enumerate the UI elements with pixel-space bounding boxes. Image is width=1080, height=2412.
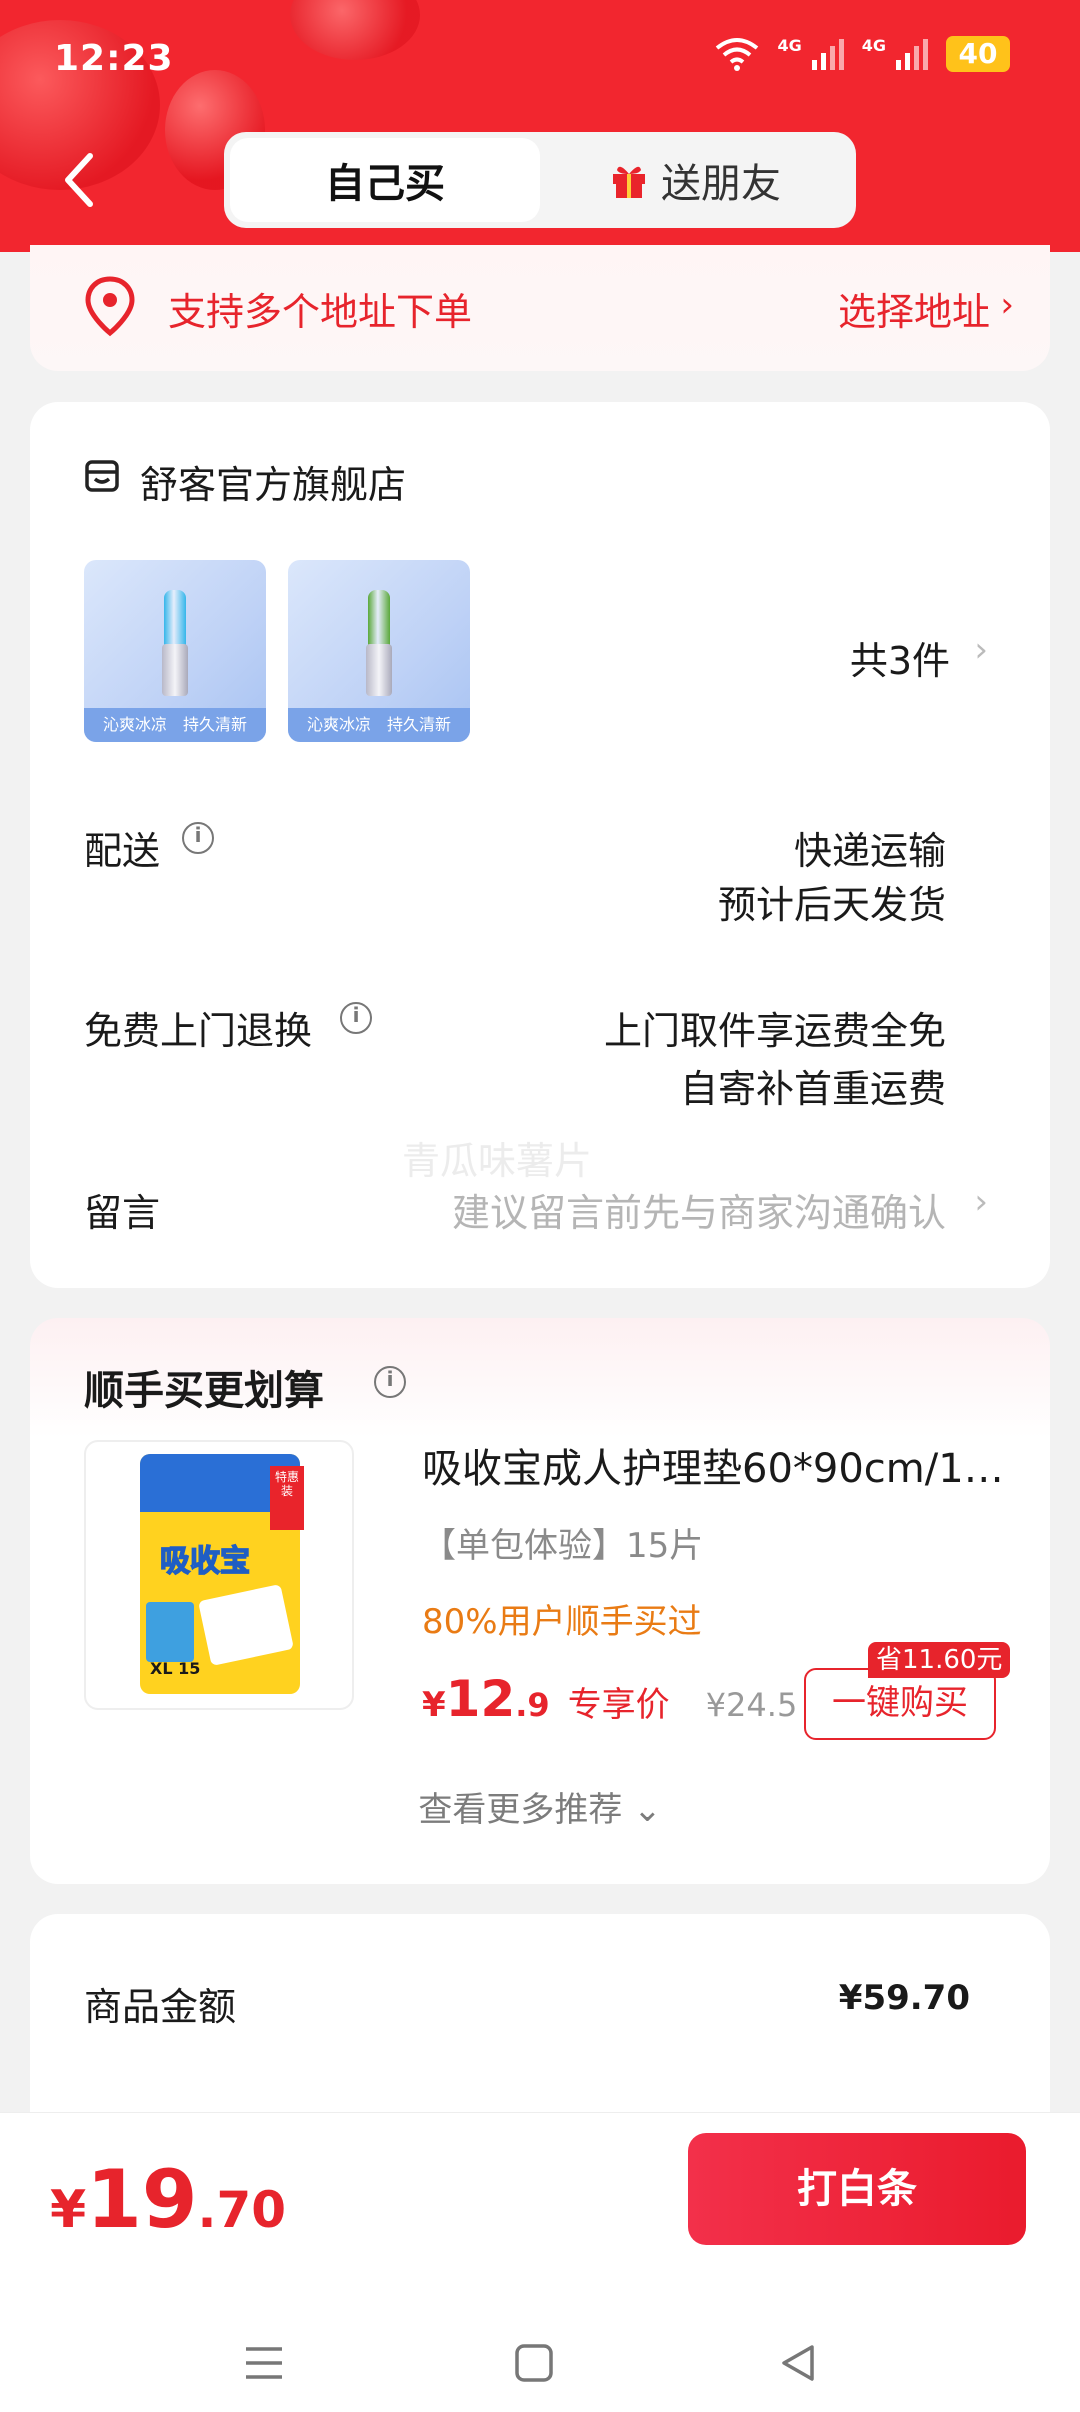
network-type: 4G (777, 35, 802, 55)
system-navigation-bar (0, 2343, 1080, 2393)
amount-card: 商品金额 ¥59.70 (30, 1914, 1050, 2134)
product-caption: 沁爽冰凉 持久清新 (288, 708, 470, 742)
delivery-label: 配送 (84, 829, 161, 873)
tab-label: 送朋友 (661, 161, 781, 207)
info-icon[interactable] (340, 1002, 372, 1034)
battery-icon: 40 (946, 36, 1010, 72)
tab-buy-for-self[interactable]: 自己买 (230, 138, 540, 222)
price-integer: 12 (445, 1670, 516, 1728)
product-pack: 吸收宝 XL 15 特惠装 (140, 1454, 304, 1694)
status-icons: 4G 4G 40 (713, 36, 1010, 72)
goods-amount-label: 商品金额 (84, 1985, 237, 2029)
tab-send-to-friend[interactable]: 送朋友 (540, 138, 850, 222)
info-icon[interactable] (374, 1366, 406, 1398)
price-decimal: .9 (515, 1686, 550, 1724)
pay-with-baitiao-button[interactable]: 打白条 (688, 2133, 1026, 2245)
message-input[interactable]: 建议留言前先与商家沟通确认 (452, 1182, 946, 1237)
bottom-pay-bar: ¥ 19 .70 打白条 (0, 2112, 1080, 2412)
free-return-label: 免费上门退换 (84, 1009, 313, 1053)
delivery-method: 快递运输 (793, 829, 946, 873)
pack-brand: 吸收宝 (159, 1543, 251, 1580)
chevron-right-icon: › (1000, 285, 1014, 325)
header: 12:23 4G 4G 40 自己买 送朋友 (0, 0, 1080, 252)
info-icon[interactable] (182, 822, 214, 854)
return-self-ship-text: 自寄补首重运费 (679, 1067, 946, 1111)
checkout-page: 12:23 4G 4G 40 自己买 送朋友 支持多个地址下单 选择地址 › 舒… (0, 0, 1080, 2412)
delivery-eta: 预计后天发货 (717, 883, 946, 927)
pack-promo-tag: 特惠装 (270, 1466, 304, 1530)
purchase-mode-switch: 自己买 送朋友 (224, 132, 856, 228)
recommend-purchase-stat: 80%用户顺手买过 (422, 1602, 702, 1642)
home-icon[interactable] (514, 2343, 554, 2387)
pack-graphic (146, 1602, 194, 1662)
chevron-right-icon: › (974, 630, 988, 670)
store-order-card: 舒客官方旗舰店 沁爽冰凉 持久清新 沁爽冰凉 持久清新 共3件 › 配送 快递运… (30, 402, 1050, 1288)
select-address-link[interactable]: 选择地址 (838, 281, 990, 336)
location-pin-icon (82, 275, 138, 341)
recommend-title: 顺手买更划算 (84, 1368, 324, 1414)
tab-label: 自己买 (325, 161, 445, 207)
spray-cap (164, 590, 186, 646)
total-decimal: .70 (197, 2181, 287, 2239)
signal-icon (810, 36, 846, 72)
price-symbol: ¥ (422, 1685, 446, 1725)
network-type: 4G (861, 35, 886, 55)
wifi-icon (713, 36, 761, 72)
product-thumbnail[interactable]: 沁爽冰凉 持久清新 (84, 560, 266, 742)
status-bar: 12:23 4G 4G 40 (0, 0, 1080, 120)
total-price: ¥ 19 .70 (50, 2153, 286, 2246)
product-thumbnail[interactable]: 沁爽冰凉 持久清新 (288, 560, 470, 742)
spray-cap (368, 590, 390, 646)
total-integer: 19 (86, 2153, 198, 2246)
recommend-price: ¥ 12 .9 专享价 ¥24.5 (422, 1670, 797, 1728)
item-count[interactable]: 共3件 (850, 630, 950, 685)
pack-size: XL 15 (150, 1659, 201, 1678)
gift-icon (609, 160, 649, 200)
pack-pad-graphic (198, 1583, 294, 1667)
menu-icon[interactable] (244, 2343, 284, 2387)
exclusive-price-tag: 专享价 (567, 1685, 670, 1725)
goods-amount-value: ¥59.70 (838, 1978, 970, 2018)
product-caption: 沁爽冰凉 持久清新 (84, 708, 266, 742)
address-card[interactable]: 支持多个地址下单 选择地址 › (30, 245, 1050, 371)
back-nav-icon[interactable] (778, 2343, 818, 2387)
recommend-product-name[interactable]: 吸收宝成人护理垫60*90cm/15... (422, 1436, 1022, 1494)
back-icon[interactable] (60, 150, 100, 210)
multi-address-hint: 支持多个地址下单 (168, 290, 473, 334)
spray-body (162, 644, 188, 696)
original-price: ¥24.5 (705, 1686, 798, 1724)
more-recommendations-link[interactable]: 查看更多推荐 ⌄ (30, 1782, 1050, 1831)
spray-body (366, 644, 392, 696)
status-time: 12:23 (54, 38, 174, 79)
return-pickup-text: 上门取件享运费全免 (603, 1009, 946, 1053)
store-name[interactable]: 舒客官方旗舰店 (140, 454, 406, 509)
recommend-product-image[interactable]: 吸收宝 XL 15 特惠装 (84, 1440, 354, 1710)
recommend-card: 顺手买更划算 吸收宝 XL 15 特惠装 吸收宝成人护理垫60*90cm/15.… (30, 1318, 1050, 1884)
savings-badge: 省11.60元 (868, 1642, 1011, 1678)
chevron-right-icon: › (974, 1182, 988, 1222)
one-click-buy-button[interactable]: 一键购买 (804, 1668, 996, 1740)
message-label: 留言 (84, 1191, 161, 1235)
total-symbol: ¥ (50, 2180, 87, 2240)
signal-icon (894, 36, 930, 72)
store-icon (84, 458, 120, 498)
faded-watermark-text: 青瓜味薯片 (402, 1139, 593, 1183)
recommend-product-spec: 【单包体验】15片 (422, 1526, 704, 1566)
